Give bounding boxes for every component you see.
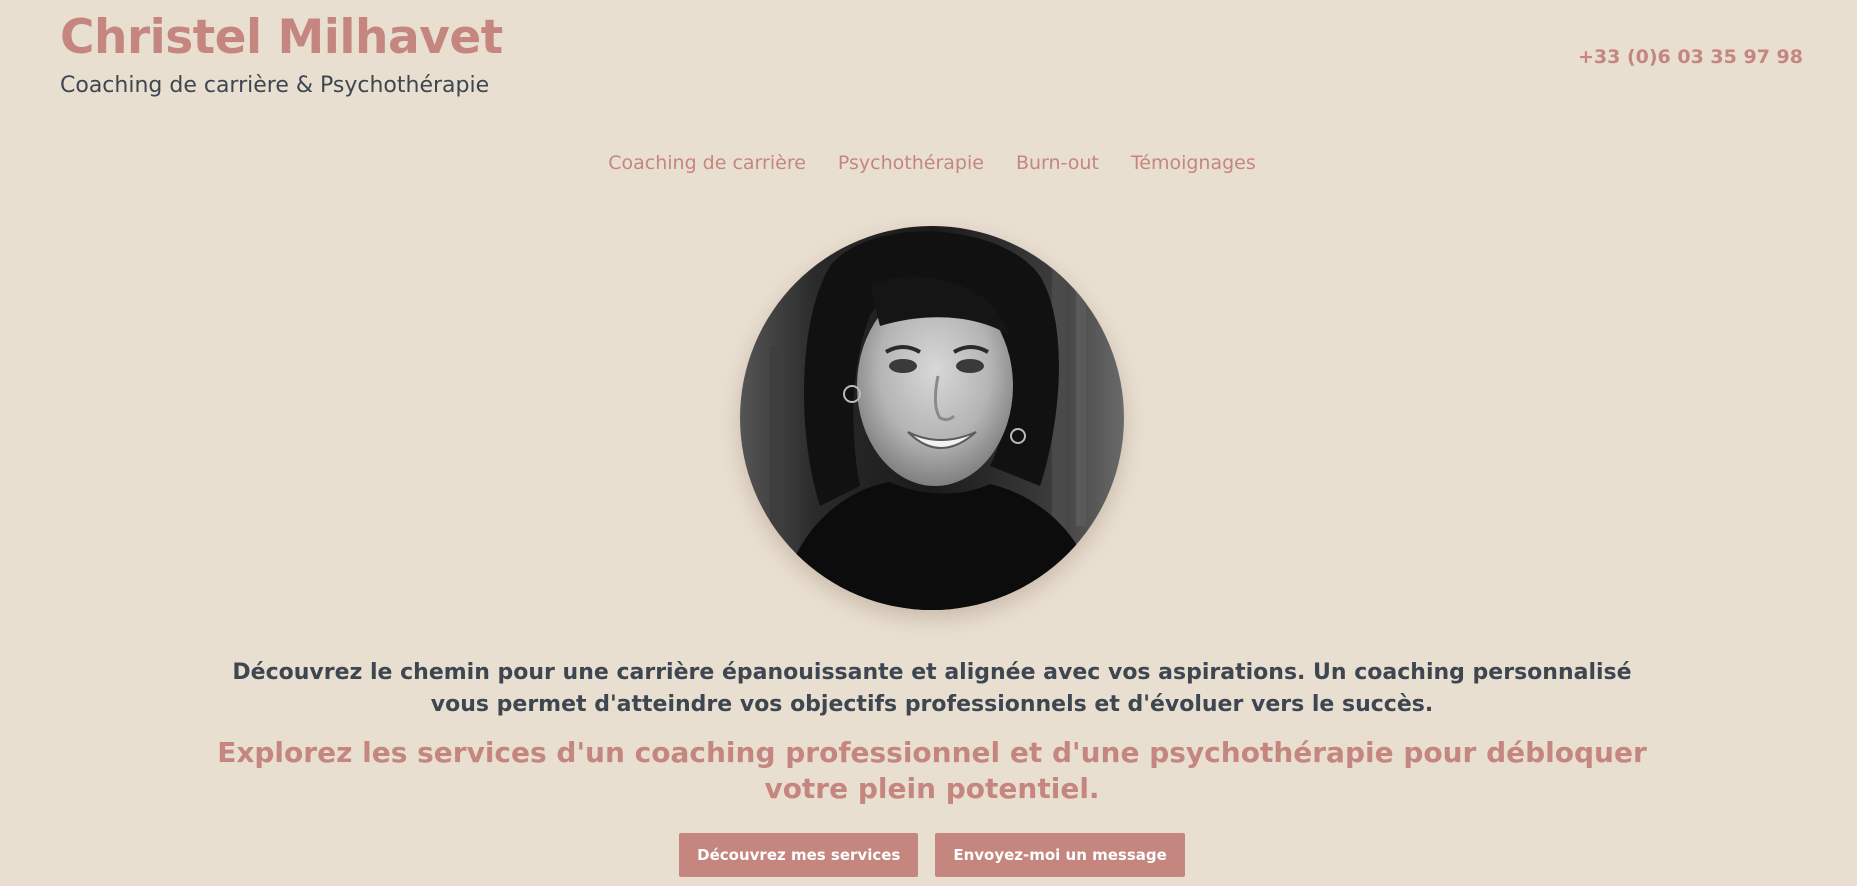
nav-item-coaching-de-carriere[interactable]: Coaching de carrière <box>608 150 806 176</box>
site-subtitle: Coaching de carrière & Psychothérapie <box>60 73 490 98</box>
nav-item-temoignages[interactable]: Témoignages <box>1131 150 1256 176</box>
discover-services-button[interactable]: Découvrez mes services <box>679 833 919 877</box>
intro-text: Découvrez le chemin pour une carrière ép… <box>232 660 1632 717</box>
phone-link[interactable]: +33 (0)6 03 35 97 98 <box>1578 44 1803 70</box>
cta-group: Découvrez mes services Envoyez-moi un me… <box>0 833 1857 877</box>
profile-photo <box>740 226 1124 610</box>
main-nav: Coaching de carrière Psychothérapie Burn… <box>0 150 1857 176</box>
tagline-heading: Explorez les services d'un coaching prof… <box>217 736 1647 805</box>
send-message-button[interactable]: Envoyez-moi un message <box>935 833 1185 877</box>
nav-item-burn-out[interactable]: Burn-out <box>1016 150 1099 176</box>
nav-item-psychotherapie[interactable]: Psychothérapie <box>838 150 984 176</box>
site-title[interactable]: Christel Milhavet <box>60 8 503 68</box>
portrait-image <box>740 226 1124 610</box>
